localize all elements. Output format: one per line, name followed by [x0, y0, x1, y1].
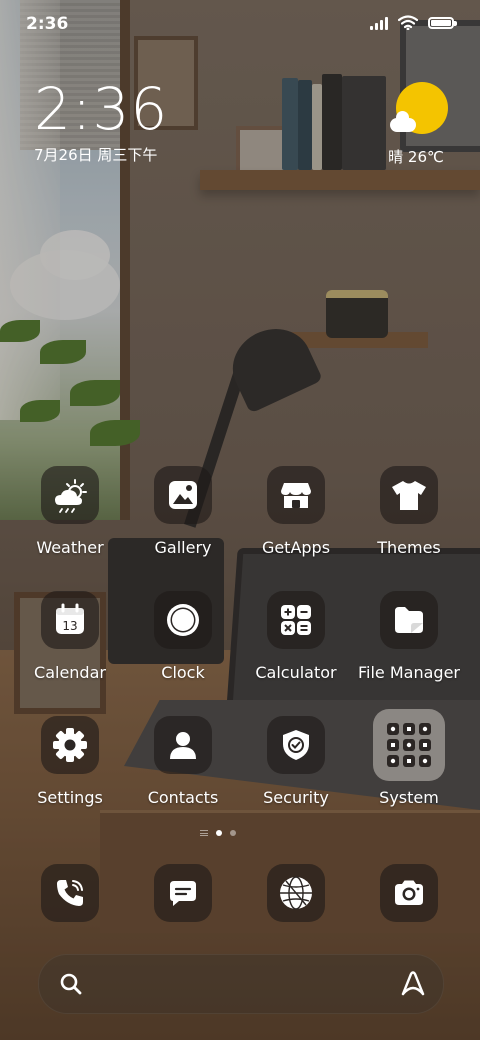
clock-widget-time: 2:36 — [34, 75, 169, 143]
themes-icon — [380, 466, 438, 524]
dock-browser[interactable] — [267, 864, 325, 922]
battery-icon — [428, 16, 457, 29]
browser-icon — [280, 876, 312, 910]
clock-icon — [154, 591, 212, 649]
settings-icon — [41, 716, 99, 774]
getapps-icon — [267, 466, 325, 524]
app-label: System — [379, 788, 439, 807]
file-manager-icon — [380, 591, 438, 649]
page-indicator[interactable] — [200, 830, 236, 836]
app-label: Gallery — [154, 538, 212, 557]
security-icon — [267, 716, 325, 774]
app-label: Weather — [36, 538, 104, 557]
sun-cloud-icon — [390, 82, 448, 134]
weather-widget[interactable]: 晴 26℃ — [384, 82, 448, 167]
messages-icon — [170, 881, 196, 906]
app-label: Settings — [37, 788, 103, 807]
status-bar: 2:36 — [0, 0, 480, 50]
home-screen: 2:36 2:36 7月26日 周三下午 晴 26℃ Weather Galle… — [0, 0, 480, 1040]
app-label: GetApps — [261, 538, 331, 557]
app-security[interactable]: Security — [240, 716, 352, 807]
gallery-icon — [154, 466, 212, 524]
app-label: Contacts — [147, 788, 219, 807]
app-clock[interactable]: Clock — [127, 591, 239, 682]
app-label: Calculator — [255, 663, 337, 682]
app-getapps[interactable]: GetApps — [240, 466, 352, 557]
app-contacts[interactable]: Contacts — [127, 716, 239, 807]
system-folder-icon — [373, 709, 445, 781]
app-label: Security — [263, 788, 329, 807]
app-file-manager[interactable]: File Manager — [353, 591, 465, 682]
dock-camera[interactable] — [380, 864, 438, 922]
app-themes[interactable]: Themes — [353, 466, 465, 557]
app-gallery[interactable]: Gallery — [127, 466, 239, 557]
calculator-icon — [267, 591, 325, 649]
clock-widget[interactable]: 2:36 7月26日 周三下午 — [34, 78, 168, 165]
dock-messages[interactable] — [154, 864, 212, 922]
clock-widget-date: 7月26日 周三下午 — [34, 146, 158, 164]
app-weather[interactable]: Weather — [14, 466, 126, 557]
app-calendar[interactable]: 13 Calendar — [14, 591, 126, 682]
status-icons — [370, 15, 457, 30]
app-calculator[interactable]: Calculator — [240, 591, 352, 682]
signal-icon — [370, 16, 388, 30]
page-indicator-feed — [200, 830, 208, 836]
calendar-day: 13 — [62, 619, 77, 633]
assistant-icon[interactable] — [399, 970, 427, 998]
contacts-icon — [154, 716, 212, 774]
search-bar[interactable] — [38, 954, 444, 1014]
wifi-icon — [398, 15, 418, 30]
weather-icon — [41, 466, 99, 524]
dock-phone[interactable] — [41, 864, 99, 922]
search-icon — [60, 973, 82, 995]
app-label: File Manager — [358, 663, 460, 682]
camera-icon — [395, 880, 423, 905]
weather-widget-text: 晴 26℃ — [388, 148, 444, 166]
status-time: 2:36 — [26, 14, 69, 34]
app-settings[interactable]: Settings — [14, 716, 126, 807]
app-label: Themes — [377, 538, 441, 557]
phone-icon — [57, 880, 83, 906]
calendar-icon: 13 — [41, 591, 99, 649]
page-dot — [230, 830, 236, 836]
folder-system[interactable]: System — [353, 709, 465, 807]
app-label: Calendar — [34, 663, 106, 682]
page-dot-active — [216, 830, 222, 836]
app-label: Clock — [161, 663, 205, 682]
